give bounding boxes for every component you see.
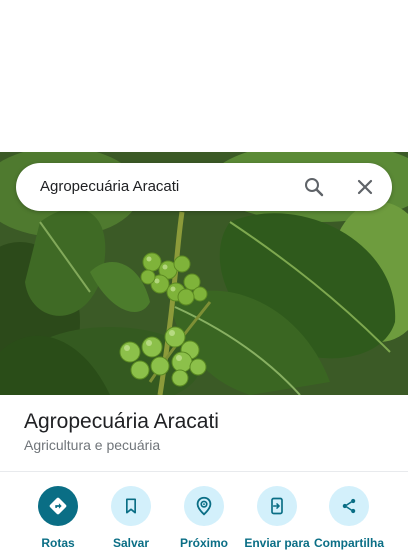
send-to-phone-icon [257,486,297,526]
send-to-phone-button[interactable]: Enviar para [241,486,313,550]
send-to-phone-label: Enviar para [244,536,310,550]
nearby-button[interactable]: Próximo [168,486,240,550]
search-icon[interactable] [302,175,326,199]
directions-icon [38,486,78,526]
share-icon [329,486,369,526]
directions-button[interactable]: Rotas [22,486,94,550]
share-button[interactable]: Compartilha [313,486,385,550]
search-query-text[interactable]: Agropecuária Aracati [40,163,179,211]
divider [0,471,408,472]
bookmark-icon [111,486,151,526]
action-bar: Rotas Salvar Próximo Enviar para Compart… [0,486,408,550]
nearby-icon [184,486,224,526]
search-bar[interactable]: Agropecuária Aracati [16,163,392,211]
save-button[interactable]: Salvar [95,486,167,550]
close-icon[interactable] [353,175,377,199]
place-category: Agricultura e pecuária [24,437,161,453]
share-label: Compartilha [313,536,384,550]
place-title: Agropecuária Aracati [24,410,219,433]
directions-label: Rotas [41,536,75,550]
save-label: Salvar [112,536,150,550]
nearby-label: Próximo [179,536,228,550]
